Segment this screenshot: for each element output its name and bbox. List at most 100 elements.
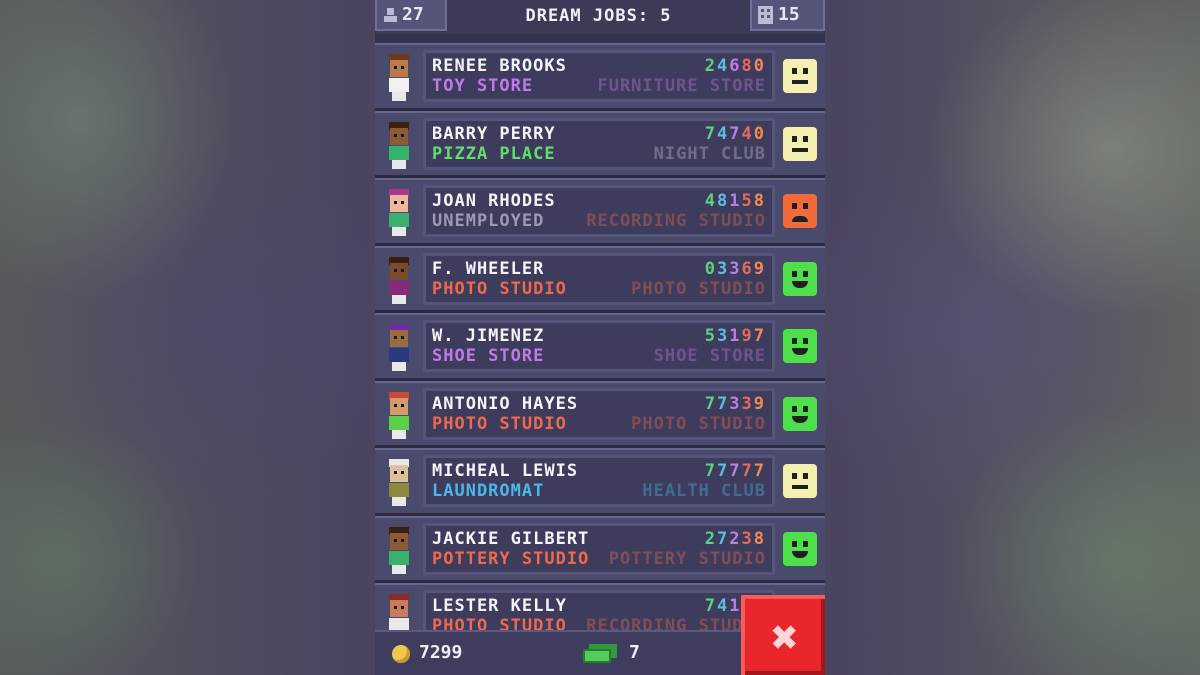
skill-digit: 7 (729, 461, 742, 481)
resident-card[interactable]: MICHEAL LEWIS 77777 LAUNDROMAT HEALTH CLUB (423, 455, 775, 507)
resident-avatar (383, 324, 415, 372)
resident-avatar (383, 526, 415, 575)
page-title: DREAM JOBS: 5 (525, 5, 672, 26)
skill-digit: 2 (704, 56, 717, 76)
dream-jobs-panel: 27 DREAM JOBS: 5 15 RENEE BROOKS 24680 TOY… (375, 0, 825, 675)
skill-digit: 8 (741, 56, 754, 76)
resident-card[interactable]: W. JIMENEZ 53197 SHOE STORE SHOE STORE (423, 320, 775, 372)
skill-ratings: 77777 (705, 461, 766, 481)
current-job: UNEMPLOYED (432, 211, 545, 231)
skill-digit: 7 (717, 393, 730, 414)
mood-happy-icon (783, 261, 817, 296)
skill-digit: 7 (704, 123, 717, 144)
floor-counter: 15 (750, 0, 825, 31)
dream-job: HEALTH CLUB (642, 481, 766, 501)
resident-row[interactable]: JOAN RHODES 48158 UNEMPLOYED RECORDING STUD… (375, 178, 825, 246)
resident-avatar (383, 189, 415, 237)
resident-row[interactable]: W. JIMENEZ 53197 SHOE STORE SHOE STORE (375, 313, 825, 381)
skill-digit: 7 (741, 461, 754, 481)
skill-digit: 7 (717, 528, 730, 549)
resident-card[interactable]: RENEE BROOKS 24680 TOY STORE FURNITURE STOR… (423, 50, 775, 102)
skill-digit: 8 (717, 191, 730, 211)
skill-digit: 0 (753, 123, 766, 144)
resident-name: LESTER KELLY (432, 596, 567, 616)
skill-digit: 1 (729, 326, 742, 346)
skill-digit: 2 (729, 528, 742, 549)
resident-card[interactable]: JOAN RHODES 48158 UNEMPLOYED RECORDING STUD… (423, 185, 775, 237)
resident-row[interactable]: MICHEAL LEWIS 77777 LAUNDROMAT HEALTH CLUB (375, 448, 825, 516)
dream-job: SHOE STORE (653, 346, 766, 366)
skill-digit: 3 (729, 258, 742, 279)
resident-avatar (383, 391, 415, 440)
floor-value: 15 (778, 4, 800, 25)
skill-digit: 4 (704, 191, 717, 211)
resident-name: RENEE BROOKS (432, 56, 567, 76)
resident-avatar (383, 459, 415, 507)
mood-happy-icon (783, 329, 817, 363)
current-job: SHOE STORE (432, 346, 545, 366)
skill-digit: 3 (741, 393, 754, 414)
dream-job: RECORDING STUDIO (586, 211, 766, 231)
current-job: LAUNDROMAT (432, 481, 545, 501)
resident-row[interactable]: BARRY PERRY 74740 PIZZA PLACE NIGHT CLUB (375, 110, 825, 178)
current-job: PIZZA PLACE (432, 143, 556, 164)
skill-digit: 4 (741, 123, 754, 144)
skill-digit: 1 (729, 191, 742, 211)
dream-job: POTTERY STUDIO (608, 548, 766, 569)
dream-job: PHOTO STUDIO (631, 413, 766, 434)
coin-value: 7299 (419, 642, 463, 663)
dream-job: PHOTO STUDIO (631, 278, 766, 299)
tower-bux-icon (583, 644, 617, 664)
resident-avatar (383, 121, 415, 170)
skill-ratings: 27238 (705, 529, 766, 549)
dream-job: FURNITURE STORE (597, 76, 766, 96)
skill-digit: 3 (741, 528, 754, 549)
bux-value: 7 (629, 642, 640, 663)
skill-digit: 3 (717, 258, 730, 279)
resident-row[interactable]: ANTONIO HAYES 77339 PHOTO STUDIO PHOTO STUD… (375, 380, 825, 448)
resident-row[interactable]: JACKIE GILBERT 27238 POTTERY STUDIO POTTERY… (375, 515, 825, 583)
resident-card[interactable]: F. WHEELER 03369 PHOTO STUDIO PHOTO STUDIO (423, 252, 775, 305)
skill-digit: 7 (729, 123, 742, 144)
resident-row[interactable]: F. WHEELER 03369 PHOTO STUDIO PHOTO STUDIO (375, 245, 825, 313)
population-counter: 27 (375, 0, 447, 31)
building-icon (758, 5, 773, 24)
resident-list[interactable]: RENEE BROOKS 24680 TOY STORE FURNITURE STOR… (375, 43, 825, 651)
resident-card[interactable]: ANTONIO HAYES 77339 PHOTO STUDIO PHOTO STUD… (423, 387, 775, 440)
mood-neutral-icon (783, 464, 817, 498)
skill-digit: 4 (717, 596, 730, 616)
resident-name: MICHEAL LEWIS (432, 461, 579, 481)
skill-digit: 0 (753, 56, 766, 76)
current-job: PHOTO STUDIO (432, 413, 567, 434)
skill-digit: 8 (753, 528, 766, 549)
skill-digit: 5 (704, 326, 717, 346)
current-job: TOY STORE (432, 76, 534, 96)
person-icon (383, 7, 397, 23)
resident-card[interactable]: BARRY PERRY 74740 PIZZA PLACE NIGHT CLUB (423, 117, 775, 170)
resident-name: ANTONIO HAYES (432, 393, 579, 414)
resident-name: JACKIE GILBERT (432, 528, 590, 549)
close-button[interactable]: ✖ (741, 595, 825, 675)
skill-digit: 3 (729, 393, 742, 414)
resident-name: W. JIMENEZ (432, 326, 545, 346)
current-job: PHOTO STUDIO (432, 278, 567, 299)
skill-ratings: 53197 (705, 326, 766, 346)
skill-digit: 7 (753, 326, 766, 346)
skill-ratings: 03369 (705, 259, 766, 279)
resident-card[interactable]: JACKIE GILBERT 27238 POTTERY STUDIO POTTERY… (423, 522, 775, 575)
resident-name: F. WHEELER (432, 258, 545, 279)
skill-digit: 7 (704, 596, 717, 616)
coin-icon (392, 645, 410, 663)
skill-digit: 7 (717, 461, 730, 481)
resident-name: JOAN RHODES (432, 191, 556, 211)
mood-sad-icon (783, 194, 817, 228)
skill-digit: 7 (704, 461, 717, 481)
skill-digit: 2 (704, 528, 717, 549)
skill-digit: 1 (729, 596, 742, 616)
mood-neutral-icon (783, 59, 817, 93)
resident-row[interactable]: RENEE BROOKS 24680 TOY STORE FURNITURE STOR… (375, 43, 825, 111)
resident-name: BARRY PERRY (432, 123, 556, 144)
skill-ratings: 77339 (705, 394, 766, 414)
skill-digit: 3 (717, 326, 730, 346)
skill-digit: 5 (741, 191, 754, 211)
